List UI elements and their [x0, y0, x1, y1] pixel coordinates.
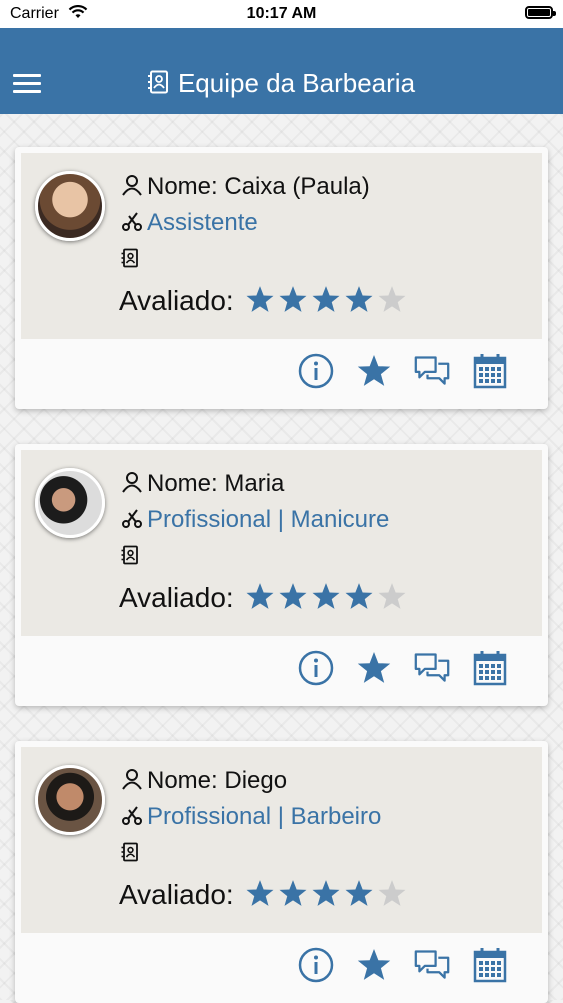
star-filled-icon: [312, 880, 340, 906]
avatar: [35, 765, 105, 835]
info-icon[interactable]: [298, 650, 334, 686]
nav-bar: Equipe da Barbearia: [0, 28, 563, 114]
scissors-icon: [122, 212, 142, 231]
rating-stars: [245, 879, 410, 915]
star-icon[interactable]: [356, 650, 392, 686]
star-empty-icon: [378, 286, 406, 312]
star-filled-icon: [312, 583, 340, 609]
team-member-card[interactable]: Nome: Maria Profissional | Manicure Aval…: [15, 444, 548, 706]
member-role-row: Profissional | Barbeiro: [121, 803, 381, 831]
contact-card-icon: [121, 545, 138, 565]
member-role[interactable]: Profissional | Manicure: [147, 506, 389, 533]
page-title-text: Equipe da Barbearia: [177, 68, 416, 98]
status-bar: Carrier 10:17 AM: [0, 0, 563, 28]
star-filled-icon: [279, 583, 307, 609]
star-filled-icon: [312, 286, 340, 312]
calendar-icon[interactable]: [472, 353, 508, 389]
rating-stars: [245, 285, 410, 321]
rating-label: Avaliado:: [119, 582, 234, 613]
rating-label: Avaliado:: [119, 879, 234, 910]
contact-card-icon: [147, 70, 168, 94]
member-id-row: [121, 245, 143, 273]
star-icon[interactable]: [356, 353, 392, 389]
member-role-row: Profissional | Manicure: [121, 506, 389, 534]
star-icon[interactable]: [356, 947, 392, 983]
team-member-card[interactable]: Nome: Caixa (Paula) Assistente Avaliado:: [15, 147, 548, 409]
member-role[interactable]: Assistente: [147, 209, 258, 236]
star-filled-icon: [345, 583, 373, 609]
member-rating-row: Avaliado:: [119, 285, 410, 321]
rating-stars: [245, 582, 410, 618]
star-filled-icon: [345, 286, 373, 312]
member-name-row: Nome: Diego: [121, 767, 287, 795]
star-filled-icon: [279, 880, 307, 906]
member-name-row: Nome: Maria: [121, 470, 284, 498]
star-filled-icon: [246, 583, 274, 609]
person-icon: [122, 769, 142, 790]
info-icon[interactable]: [298, 353, 334, 389]
star-filled-icon: [246, 286, 274, 312]
chat-icon[interactable]: [414, 650, 450, 686]
person-icon: [122, 472, 142, 493]
member-name-row: Nome: Caixa (Paula): [121, 173, 370, 201]
star-empty-icon: [378, 880, 406, 906]
member-name: Nome: Maria: [147, 470, 285, 497]
card-actions: [298, 650, 508, 686]
page-title: Equipe da Barbearia: [0, 68, 563, 99]
card-info-panel: Nome: Caixa (Paula) Assistente Avaliado:: [21, 153, 542, 339]
member-rating-row: Avaliado:: [119, 879, 410, 915]
calendar-icon[interactable]: [472, 650, 508, 686]
member-rating-row: Avaliado:: [119, 582, 410, 618]
rating-label: Avaliado:: [119, 285, 234, 316]
star-filled-icon: [246, 880, 274, 906]
star-empty-icon: [378, 583, 406, 609]
chat-icon[interactable]: [414, 353, 450, 389]
status-time: 10:17 AM: [246, 5, 317, 22]
member-role-row: Assistente: [121, 209, 258, 237]
calendar-icon[interactable]: [472, 947, 508, 983]
avatar: [35, 171, 105, 241]
member-id-row: [121, 542, 143, 570]
contact-card-icon: [121, 248, 138, 268]
team-member-card[interactable]: Nome: Diego Profissional | Barbeiro Aval…: [15, 741, 548, 1003]
star-filled-icon: [345, 880, 373, 906]
card-actions: [298, 947, 508, 983]
card-info-panel: Nome: Diego Profissional | Barbeiro Aval…: [21, 747, 542, 933]
star-filled-icon: [279, 286, 307, 312]
member-name: Nome: Caixa (Paula): [147, 173, 370, 200]
avatar: [35, 468, 105, 538]
chat-icon[interactable]: [414, 947, 450, 983]
info-icon[interactable]: [298, 947, 334, 983]
card-actions: [298, 353, 508, 389]
scissors-icon: [122, 509, 142, 528]
member-name: Nome: Diego: [147, 767, 288, 794]
member-role[interactable]: Profissional | Barbeiro: [147, 803, 381, 830]
card-info-panel: Nome: Maria Profissional | Manicure Aval…: [21, 450, 542, 636]
member-id-row: [121, 839, 143, 867]
scissors-icon: [122, 806, 142, 825]
person-icon: [122, 175, 142, 196]
battery-icon: [525, 6, 556, 19]
contact-card-icon: [121, 842, 138, 862]
